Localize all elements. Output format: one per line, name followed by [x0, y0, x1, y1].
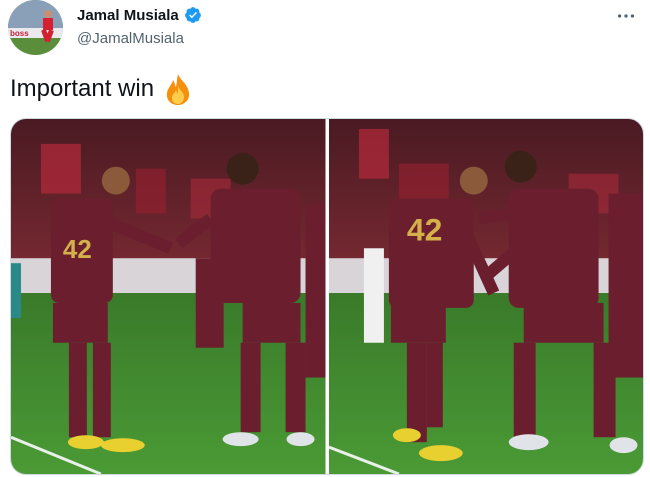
- media-photo-2[interactable]: 42 19: [328, 119, 643, 474]
- svg-text:boss: boss: [10, 29, 29, 38]
- verified-badge-icon: [184, 6, 202, 24]
- jersey-number-left-1: 42: [63, 236, 92, 264]
- jersey-number-left-2: 42: [406, 211, 442, 247]
- author-avatar[interactable]: boss: [8, 0, 63, 55]
- more-dots-icon: [617, 14, 635, 18]
- tweet-text: Important win: [10, 72, 194, 106]
- author-display-name[interactable]: Jamal Musiala: [77, 7, 179, 24]
- more-options-button[interactable]: [610, 4, 642, 28]
- fire-emoji-icon: [162, 72, 194, 106]
- author-handle[interactable]: @JamalMusiala: [77, 30, 184, 47]
- celebration-photo-1-image: 42 19: [11, 119, 326, 474]
- tweet-media: 42 19: [10, 118, 644, 475]
- tweet-text-content: Important win: [10, 75, 155, 102]
- celebration-photo-2-image: 42 19: [328, 119, 643, 474]
- media-photo-1[interactable]: 42 19: [11, 119, 326, 474]
- avatar-image: boss: [8, 0, 63, 55]
